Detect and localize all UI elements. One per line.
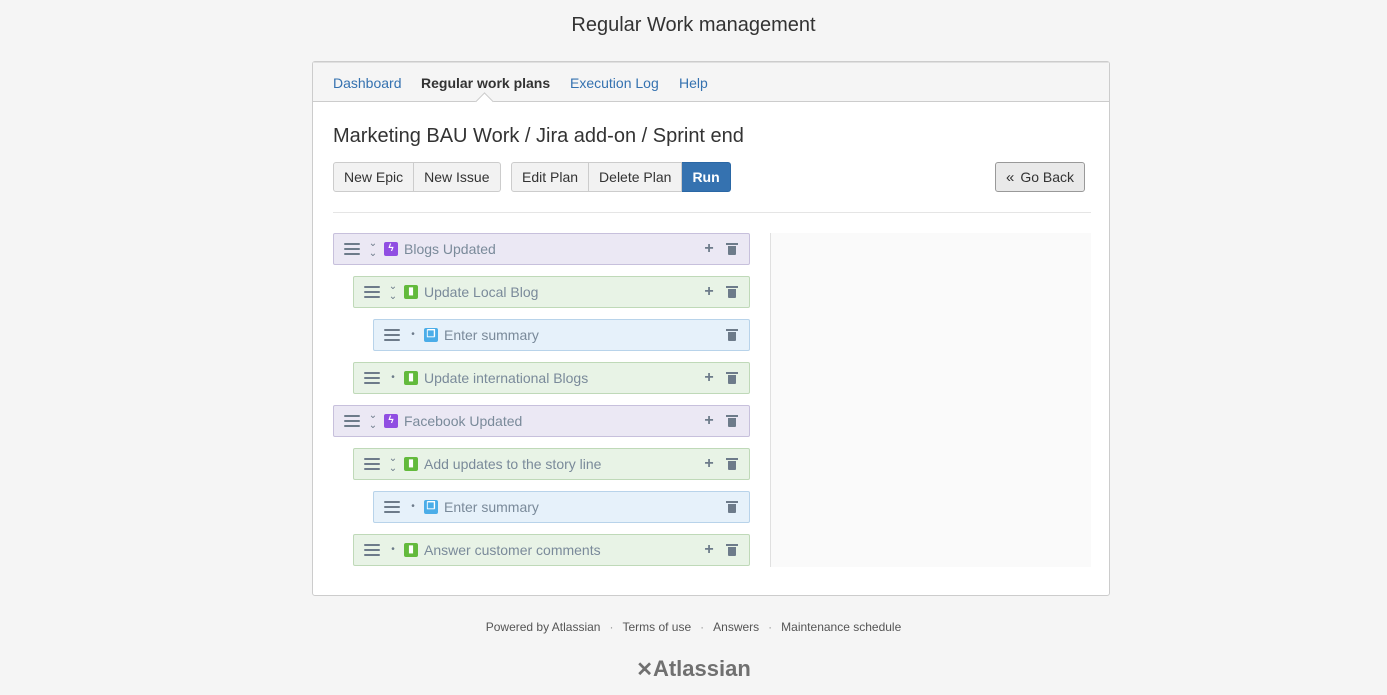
answers-link[interactable]: Answers: [713, 620, 759, 634]
trash-icon[interactable]: [726, 243, 738, 255]
trash-icon[interactable]: [726, 329, 738, 341]
trash-icon[interactable]: [726, 458, 738, 470]
add-icon[interactable]: +: [701, 413, 717, 429]
tree-row-epic[interactable]: ⌄ ⌄ ϟ Facebook Updated +: [333, 405, 750, 437]
bullet-icon: •: [411, 329, 415, 340]
epic-icon: ϟ: [384, 414, 398, 428]
footer-separator: ·: [609, 620, 614, 634]
add-icon[interactable]: +: [701, 456, 717, 472]
tab-execution-log[interactable]: Execution Log: [570, 75, 659, 91]
atlassian-logo[interactable]: ✕Atlassian: [0, 656, 1387, 682]
tree-row-label[interactable]: Update Local Blog: [424, 284, 701, 300]
go-back-group: « Go Back: [995, 162, 1086, 192]
go-back-label: Go Back: [1020, 169, 1075, 185]
tree-row-story[interactable]: ⌄ ⌄ ▮ Update Local Blog +: [353, 276, 750, 308]
nav-bar: Dashboard Regular work plans Execution L…: [313, 62, 1109, 111]
new-issue-button[interactable]: New Issue: [414, 162, 501, 192]
epic-icon: ϟ: [384, 242, 398, 256]
tab-dashboard[interactable]: Dashboard: [333, 75, 402, 91]
drag-handle-icon[interactable]: [364, 372, 380, 384]
delete-plan-button[interactable]: Delete Plan: [589, 162, 683, 192]
trash-icon[interactable]: [726, 544, 738, 556]
app-title: Regular Work management: [571, 14, 816, 36]
detail-pane: [770, 233, 1091, 567]
add-icon[interactable]: +: [701, 370, 717, 386]
divider: [333, 212, 1091, 213]
tree-row-label[interactable]: Answer customer comments: [424, 542, 701, 558]
story-icon: ▮: [404, 285, 418, 299]
drag-handle-icon[interactable]: [384, 329, 400, 341]
chevron-double-down-icon[interactable]: ⌄ ⌄: [366, 411, 380, 431]
page-title: Marketing BAU Work / Jira add-on / Sprin…: [333, 125, 744, 147]
drag-handle-icon[interactable]: [384, 501, 400, 513]
tab-help[interactable]: Help: [679, 75, 708, 91]
atlassian-logo-icon: ✕: [636, 659, 653, 681]
bullet-icon: •: [391, 372, 395, 383]
tree-row-label[interactable]: Blogs Updated: [404, 241, 701, 257]
drag-handle-icon[interactable]: [364, 286, 380, 298]
main-panel: Dashboard Regular work plans Execution L…: [312, 61, 1110, 596]
add-icon[interactable]: +: [701, 284, 717, 300]
tree-row-epic[interactable]: ⌄ ⌄ ϟ Blogs Updated +: [333, 233, 750, 265]
story-icon: ▮: [404, 457, 418, 471]
bullet-icon: •: [411, 501, 415, 512]
maintenance-link[interactable]: Maintenance schedule: [781, 620, 901, 634]
tree-row-story[interactable]: ⌄ ⌄ ▮ Add updates to the story line +: [353, 448, 750, 480]
active-tab-indicator: [475, 92, 494, 111]
footer-separator: ·: [768, 620, 773, 634]
trash-icon[interactable]: [726, 286, 738, 298]
drag-handle-icon[interactable]: [344, 415, 360, 427]
story-icon: ▮: [404, 371, 418, 385]
tree-row-label[interactable]: Update international Blogs: [424, 370, 701, 386]
issue-button-group: New Epic New Issue: [333, 162, 501, 192]
trash-icon[interactable]: [726, 501, 738, 513]
tree-row-label[interactable]: Enter summary: [444, 499, 727, 515]
drag-handle-icon[interactable]: [344, 243, 360, 255]
bullet-icon: •: [391, 544, 395, 555]
trash-icon[interactable]: [726, 372, 738, 384]
tree-row-label[interactable]: Add updates to the story line: [424, 456, 701, 472]
tree-row-story[interactable]: • ▮ Answer customer comments +: [353, 534, 750, 566]
run-button[interactable]: Run: [682, 162, 731, 192]
atlassian-logo-text: Atlassian: [652, 656, 751, 681]
tree-row-subtask[interactable]: • ❐ Enter summary: [373, 491, 750, 523]
trash-icon[interactable]: [726, 415, 738, 427]
terms-link[interactable]: Terms of use: [622, 620, 691, 634]
chevron-double-down-icon[interactable]: ⌄ ⌄: [386, 454, 400, 474]
new-epic-button[interactable]: New Epic: [333, 162, 415, 192]
chevron-double-down-icon[interactable]: ⌄ ⌄: [366, 239, 380, 259]
drag-handle-icon[interactable]: [364, 544, 380, 556]
chevron-double-down-icon[interactable]: ⌄ ⌄: [386, 282, 400, 302]
footer: Powered by Atlassian · Terms of use · Answer…: [0, 620, 1387, 634]
go-back-button[interactable]: « Go Back: [995, 162, 1086, 192]
footer-separator: ·: [700, 620, 705, 634]
tree-row-subtask[interactable]: • ❐ Enter summary: [373, 319, 750, 351]
tree-row-label[interactable]: Enter summary: [444, 327, 727, 343]
tab-regular-work-plans[interactable]: Regular work plans: [421, 75, 550, 91]
tree-row-label[interactable]: Facebook Updated: [404, 413, 701, 429]
subtask-icon: ❐: [424, 328, 438, 342]
powered-by-link[interactable]: Powered by Atlassian: [486, 620, 601, 634]
drag-handle-icon[interactable]: [364, 458, 380, 470]
tree-row-story[interactable]: • ▮ Update international Blogs +: [353, 362, 750, 394]
story-icon: ▮: [404, 543, 418, 557]
subtask-icon: ❐: [424, 500, 438, 514]
edit-plan-button[interactable]: Edit Plan: [511, 162, 590, 192]
plan-button-group: Edit Plan Delete Plan Run: [511, 162, 731, 192]
double-chevron-left-icon: «: [1006, 169, 1015, 186]
add-icon[interactable]: +: [701, 241, 717, 257]
add-icon[interactable]: +: [701, 542, 717, 558]
